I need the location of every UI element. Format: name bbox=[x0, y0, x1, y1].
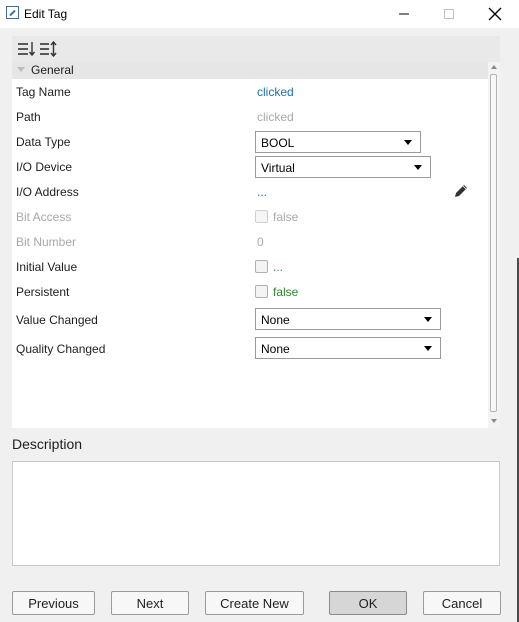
bit-access-label: Bit Access bbox=[16, 210, 72, 224]
bit-number-value: 0 bbox=[257, 235, 264, 249]
title-bar: Edit Tag bbox=[0, 0, 519, 28]
initial-value-label: Initial Value bbox=[16, 260, 78, 274]
previous-button[interactable]: Previous bbox=[12, 591, 95, 615]
data-type-value: BOOL bbox=[261, 136, 295, 150]
minimize-icon bbox=[399, 13, 409, 15]
collapse-arrow-icon[interactable] bbox=[17, 67, 25, 72]
scroll-up-icon[interactable] bbox=[491, 65, 497, 69]
chevron-down-icon bbox=[424, 317, 432, 322]
bit-access-checkbox bbox=[255, 210, 268, 223]
value-changed-value: None bbox=[261, 313, 290, 327]
chevron-down-icon bbox=[424, 346, 432, 351]
quality-changed-dropdown[interactable]: None bbox=[255, 337, 441, 359]
minimize-button[interactable] bbox=[381, 0, 427, 28]
ok-button[interactable]: OK bbox=[329, 591, 407, 615]
data-type-dropdown[interactable]: BOOL bbox=[255, 131, 421, 153]
persistent-label: Persistent bbox=[16, 285, 70, 299]
description-label: Description bbox=[12, 436, 83, 452]
category-label: General bbox=[31, 63, 74, 77]
property-grid-toolbar bbox=[12, 36, 500, 62]
tag-name-value[interactable]: clicked bbox=[257, 85, 294, 99]
description-textarea[interactable] bbox=[12, 461, 500, 566]
close-icon bbox=[488, 7, 502, 21]
chevron-down-icon bbox=[404, 140, 412, 145]
pencil-icon[interactable] bbox=[453, 183, 469, 199]
maximize-icon bbox=[444, 9, 454, 19]
sort-alphabetical-icon[interactable] bbox=[39, 40, 57, 58]
quality-changed-label: Quality Changed bbox=[16, 342, 106, 356]
io-address-value[interactable]: ... bbox=[257, 185, 267, 199]
scrollbar-thumb[interactable] bbox=[490, 74, 497, 412]
bit-access-value: false bbox=[273, 210, 299, 224]
cancel-button[interactable]: Cancel bbox=[423, 591, 501, 615]
data-type-label: Data Type bbox=[16, 135, 71, 149]
path-label: Path bbox=[16, 110, 41, 124]
persistent-value: false bbox=[273, 285, 299, 299]
io-address-label: I/O Address bbox=[16, 185, 79, 199]
persistent-checkbox[interactable] bbox=[255, 285, 268, 298]
maximize-button[interactable] bbox=[426, 0, 472, 28]
tag-name-label: Tag Name bbox=[16, 85, 71, 99]
quality-changed-value: None bbox=[261, 342, 290, 356]
sort-categorized-icon[interactable] bbox=[17, 40, 35, 58]
create-new-button[interactable]: Create New bbox=[205, 591, 304, 615]
scroll-down-icon[interactable] bbox=[491, 419, 497, 423]
next-button[interactable]: Next bbox=[111, 591, 189, 615]
io-device-label: I/O Device bbox=[16, 160, 73, 174]
close-button[interactable] bbox=[472, 0, 518, 28]
app-icon bbox=[6, 6, 19, 19]
category-header[interactable]: General bbox=[12, 62, 488, 79]
property-grid-scrollbar[interactable] bbox=[488, 62, 500, 428]
chevron-down-icon bbox=[414, 165, 422, 170]
bit-number-label: Bit Number bbox=[16, 235, 77, 249]
io-device-dropdown[interactable]: Virtual bbox=[255, 156, 431, 178]
initial-value-value[interactable]: ... bbox=[273, 260, 283, 274]
io-device-value: Virtual bbox=[261, 161, 295, 175]
value-changed-label: Value Changed bbox=[16, 313, 98, 327]
window-title: Edit Tag bbox=[24, 7, 68, 21]
path-value: clicked bbox=[257, 110, 294, 124]
value-changed-dropdown[interactable]: None bbox=[255, 308, 441, 330]
initial-value-checkbox[interactable] bbox=[255, 260, 268, 273]
property-grid: General Tag Name clicked Path clicked Da… bbox=[12, 62, 500, 428]
